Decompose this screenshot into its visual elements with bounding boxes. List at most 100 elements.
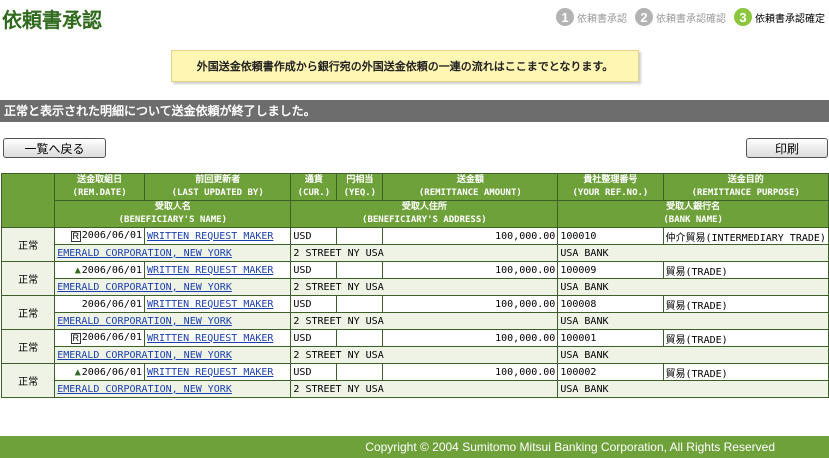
amount-cell: 100,000.00 <box>382 295 559 313</box>
beneficiary-cell: EMERALD CORPORATION, NEW YORK <box>54 244 292 262</box>
date-value: 2006/06/01 <box>81 264 142 276</box>
currency-cell: USD <box>290 329 338 347</box>
step-2-number: 2 <box>635 8 653 26</box>
currency-cell: USD <box>290 261 338 279</box>
beneficiary-cell: EMERALD CORPORATION, NEW YORK <box>54 312 292 330</box>
currency-cell: USD <box>290 363 338 381</box>
date-cell: 2006/06/01 <box>54 295 145 313</box>
updated-by-link[interactable]: WRITTEN REQUEST MAKER <box>147 333 273 344</box>
date-value: 2006/06/01 <box>81 230 142 241</box>
purpose-cell: 貿易(TRADE) <box>662 363 829 381</box>
ref-no-cell: 100010 <box>557 227 664 245</box>
updated-by-link[interactable]: WRITTEN REQUEST MAKER <box>147 231 273 242</box>
table-row-detail: EMERALD CORPORATION, NEW YORK 2 STREET NY… <box>2 278 829 296</box>
beneficiary-link[interactable]: EMERALD CORPORATION, NEW YORK <box>57 316 232 327</box>
back-to-list-button[interactable]: 一覧へ戻る <box>3 138 106 158</box>
notice-box: 外国送金依頼書作成から銀行宛の外国送金依頼の一連の流れはここまでとなります。 <box>171 50 639 82</box>
bank-cell: USA BANK <box>557 244 829 262</box>
table-row: 正常 R 2006/06/01 WRITTEN REQUEST MAKER USD 100… <box>0 227 829 262</box>
header-updated-by: 前回更新者 (LAST UPDATED BY) <box>143 173 292 201</box>
updated-by-link[interactable]: WRITTEN REQUEST MAKER <box>147 265 273 276</box>
updated-by-link[interactable]: WRITTEN REQUEST MAKER <box>147 299 273 310</box>
progress-steps: 1 依頼書承認 2 依頼書承認確認 3 依頼書承認確定 <box>548 8 825 26</box>
step-3-label: 依頼書承認確定 <box>755 13 825 25</box>
status-cell: 正常 <box>0 329 56 364</box>
purpose-cell: 仲介貿易(INTERMEDIARY TRADE) <box>662 227 829 245</box>
beneficiary-cell: EMERALD CORPORATION, NEW YORK <box>54 380 292 398</box>
address-cell: 2 STREET NY USA <box>290 278 559 296</box>
yen-eq-cell <box>336 295 384 313</box>
beneficiary-link[interactable]: EMERALD CORPORATION, NEW YORK <box>57 350 232 361</box>
address-cell: 2 STREET NY USA <box>290 346 559 364</box>
beneficiary-link[interactable]: EMERALD CORPORATION, NEW YORK <box>57 384 232 395</box>
ref-no-cell: 100008 <box>557 295 664 313</box>
date-value: 2006/06/01 <box>81 366 142 378</box>
amount-cell: 100,000.00 <box>382 227 559 245</box>
date-value: 2006/06/01 <box>81 332 142 343</box>
updated-by-cell: WRITTEN REQUEST MAKER <box>143 329 292 347</box>
address-cell: 2 STREET NY USA <box>290 312 559 330</box>
updated-by-cell: WRITTEN REQUEST MAKER <box>143 295 292 313</box>
status-cell: 正常 <box>0 363 56 398</box>
up-arrow-icon: ▲ <box>74 366 81 378</box>
updated-by-link[interactable]: WRITTEN REQUEST MAKER <box>147 367 273 378</box>
step-3-number: 3 <box>734 8 752 26</box>
ref-no-cell: 100002 <box>557 363 664 381</box>
results-table: 送金取組日 (REM.DATE) 前回更新者 (LAST UPDATED BY) 通… <box>0 173 829 398</box>
ref-no-cell: 100001 <box>557 329 664 347</box>
address-cell: 2 STREET NY USA <box>290 244 559 262</box>
status-header <box>0 173 56 228</box>
status-cell: 正常 <box>0 227 56 262</box>
bank-cell: USA BANK <box>557 278 829 296</box>
purpose-cell: 貿易(TRADE) <box>662 329 829 347</box>
yen-eq-cell <box>336 261 384 279</box>
bank-cell: USA BANK <box>557 312 829 330</box>
print-button[interactable]: 印刷 <box>746 138 828 158</box>
table-row-detail: EMERALD CORPORATION, NEW YORK 2 STREET NY… <box>2 346 829 364</box>
table-row-detail: EMERALD CORPORATION, NEW YORK 2 STREET NY… <box>2 312 829 330</box>
date-cell: R 2006/06/01 <box>54 329 145 347</box>
date-cell: ▲2006/06/01 <box>54 261 145 279</box>
table-header-row-1: 送金取組日 (REM.DATE) 前回更新者 (LAST UPDATED BY) 通… <box>0 173 829 228</box>
date-cell: R 2006/06/01 <box>54 227 145 245</box>
table-row: 正常 R 2006/06/01 WRITTEN REQUEST MAKER USD 100… <box>0 329 829 364</box>
step-1-number: 1 <box>556 8 574 26</box>
step-1-label: 依頼書承認 <box>577 13 627 25</box>
header-purpose: 送金目的 (REMITTANCE PURPOSE) <box>662 173 829 201</box>
beneficiary-link[interactable]: EMERALD CORPORATION, NEW YORK <box>57 282 232 293</box>
header-currency: 通貨 (CUR.) <box>290 173 338 201</box>
date-cell: ▲2006/06/01 <box>54 363 145 381</box>
header-amount: 送金額 (REMITTANCE AMOUNT) <box>382 173 559 201</box>
header-bank-name: 受取人銀行名 (BANK NAME) <box>557 200 829 228</box>
date-value: 2006/06/01 <box>81 298 142 310</box>
table-header-row-2: 受取人名 (BENEFICIARY'S NAME) 受取人住所 (BENEFICIA… <box>2 200 829 228</box>
beneficiary-cell: EMERALD CORPORATION, NEW YORK <box>54 278 292 296</box>
status-cell: 正常 <box>0 261 56 296</box>
table-row: 正常 ▲2006/06/01 WRITTEN REQUEST MAKER USD 100… <box>0 261 829 296</box>
amount-cell: 100,000.00 <box>382 329 559 347</box>
table-row-detail: EMERALD CORPORATION, NEW YORK 2 STREET NY… <box>2 380 829 398</box>
r-icon: R <box>70 231 81 242</box>
currency-cell: USD <box>290 227 338 245</box>
table-row-detail: EMERALD CORPORATION, NEW YORK 2 STREET NY… <box>2 244 829 262</box>
result-banner: 正常と表示された明細について送金依頼が終了しました。 <box>0 100 829 122</box>
up-arrow-icon: ▲ <box>74 264 81 276</box>
beneficiary-link[interactable]: EMERALD CORPORATION, NEW YORK <box>57 248 232 259</box>
ref-no-cell: 100009 <box>557 261 664 279</box>
step-2: 2 依頼書承認確認 <box>635 8 726 26</box>
header-date: 送金取組日 (REM.DATE) <box>54 173 145 201</box>
yen-eq-cell <box>336 363 384 381</box>
purpose-cell: 貿易(TRADE) <box>662 295 829 313</box>
page-title: 依頼書承認 <box>2 8 102 32</box>
status-cell: 正常 <box>0 295 56 330</box>
header-yen-eq: 円相当 (YEQ.) <box>336 173 384 201</box>
bank-cell: USA BANK <box>557 346 829 364</box>
currency-cell: USD <box>290 295 338 313</box>
table-row: 正常 ▲2006/06/01 WRITTEN REQUEST MAKER USD 100… <box>0 363 829 398</box>
header-beneficiary-name: 受取人名 (BENEFICIARY'S NAME) <box>54 200 292 228</box>
yen-eq-cell <box>336 329 384 347</box>
updated-by-cell: WRITTEN REQUEST MAKER <box>143 363 292 381</box>
purpose-cell: 貿易(TRADE) <box>662 261 829 279</box>
beneficiary-cell: EMERALD CORPORATION, NEW YORK <box>54 346 292 364</box>
amount-cell: 100,000.00 <box>382 261 559 279</box>
